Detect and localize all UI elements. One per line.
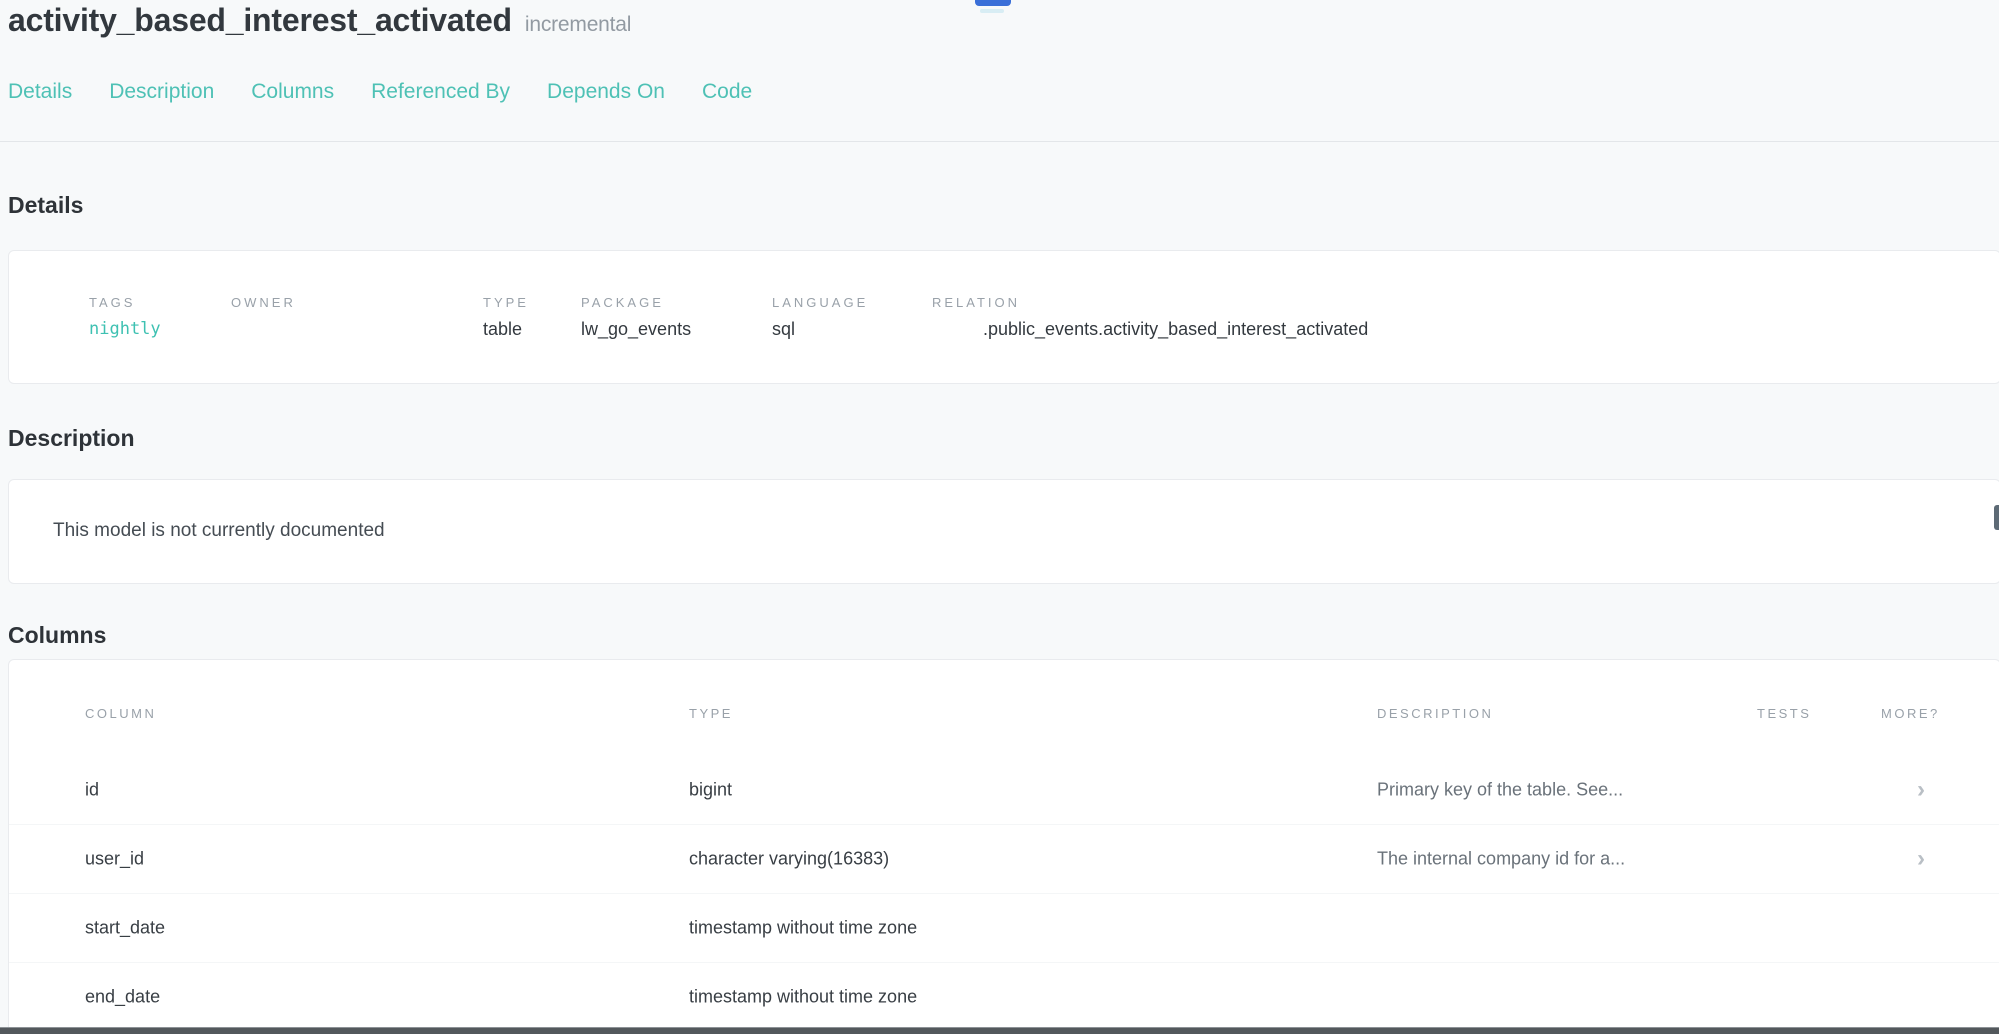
columns-table-header: COLUMN TYPE DESCRIPTION TESTS MORE? — [9, 706, 1999, 726]
table-row-id[interactable]: id bigint Primary key of the table. See.… — [9, 755, 1999, 824]
column-description-cell: Primary key of the table. See... — [1377, 779, 1623, 800]
cutoff-blue-fragment — [975, 0, 1011, 6]
relation-value: .public_events.activity_based_interest_a… — [983, 319, 1368, 340]
language-value: sql — [772, 319, 795, 340]
tab-code[interactable]: Code — [702, 80, 752, 104]
column-header: COLUMN — [85, 706, 156, 721]
type-header: TYPE — [689, 706, 733, 721]
bottom-edge-bar — [0, 1027, 1999, 1034]
description-card: This model is not currently documented — [8, 479, 1999, 584]
description-header: DESCRIPTION — [1377, 706, 1493, 721]
column-name-cell: start_date — [85, 918, 165, 939]
tag-nightly[interactable]: nightly — [89, 319, 161, 339]
cutoff-fragment-glow — [980, 9, 1004, 13]
package-label: PACKAGE — [581, 295, 664, 310]
columns-card: COLUMN TYPE DESCRIPTION TESTS MORE? id b… — [8, 659, 1999, 1031]
description-section-heading: Description — [8, 425, 135, 452]
tab-depends-on[interactable]: Depends On — [547, 80, 665, 104]
table-row-user-id[interactable]: user_id character varying(16383) The int… — [9, 824, 1999, 893]
tags-label: TAGS — [89, 295, 135, 310]
cutoff-edge-fragment — [1994, 505, 1999, 530]
type-value: table — [483, 319, 522, 340]
type-label: TYPE — [483, 295, 529, 310]
details-section-heading: Details — [8, 192, 83, 219]
column-type-cell: timestamp without time zone — [689, 987, 917, 1008]
more-header: MORE? — [1881, 706, 1940, 721]
tests-header: TESTS — [1757, 706, 1811, 721]
columns-section-heading: Columns — [8, 622, 106, 649]
columns-table-body: id bigint Primary key of the table. See.… — [9, 755, 1999, 1031]
tab-referenced-by[interactable]: Referenced By — [371, 80, 510, 104]
tab-columns[interactable]: Columns — [251, 80, 334, 104]
column-type-cell: bigint — [689, 779, 732, 800]
description-text: This model is not currently documented — [53, 520, 385, 542]
package-value: lw_go_events — [581, 319, 691, 340]
page-title: activity_based_interest_activated increme… — [8, 2, 631, 39]
column-type-cell: timestamp without time zone — [689, 918, 917, 939]
model-name: activity_based_interest_activated — [8, 2, 512, 38]
expand-row-chevron-icon[interactable]: › — [1917, 778, 1925, 802]
expand-row-chevron-icon[interactable]: › — [1917, 847, 1925, 871]
tab-bar: Details Description Columns Referenced B… — [8, 80, 752, 104]
language-label: LANGUAGE — [772, 295, 868, 310]
column-description-cell: The internal company id for a... — [1377, 849, 1625, 870]
column-name-cell: end_date — [85, 987, 160, 1008]
owner-label: OWNER — [231, 295, 296, 310]
tab-description[interactable]: Description — [109, 80, 214, 104]
model-docs-page: activity_based_interest_activated increme… — [0, 0, 1999, 1034]
details-card: TAGS nightly OWNER TYPE table PACKAGE lw… — [8, 250, 1999, 384]
column-type-cell: character varying(16383) — [689, 849, 889, 870]
header-divider — [0, 141, 1999, 142]
column-name-cell: user_id — [85, 849, 144, 870]
table-row-end-date[interactable]: end_date timestamp without time zone — [9, 962, 1999, 1031]
table-row-start-date[interactable]: start_date timestamp without time zone — [9, 893, 1999, 962]
column-name-cell: id — [85, 779, 99, 800]
materialization-badge: incremental — [525, 13, 631, 36]
relation-label: RELATION — [932, 295, 1020, 310]
tab-details[interactable]: Details — [8, 80, 72, 104]
